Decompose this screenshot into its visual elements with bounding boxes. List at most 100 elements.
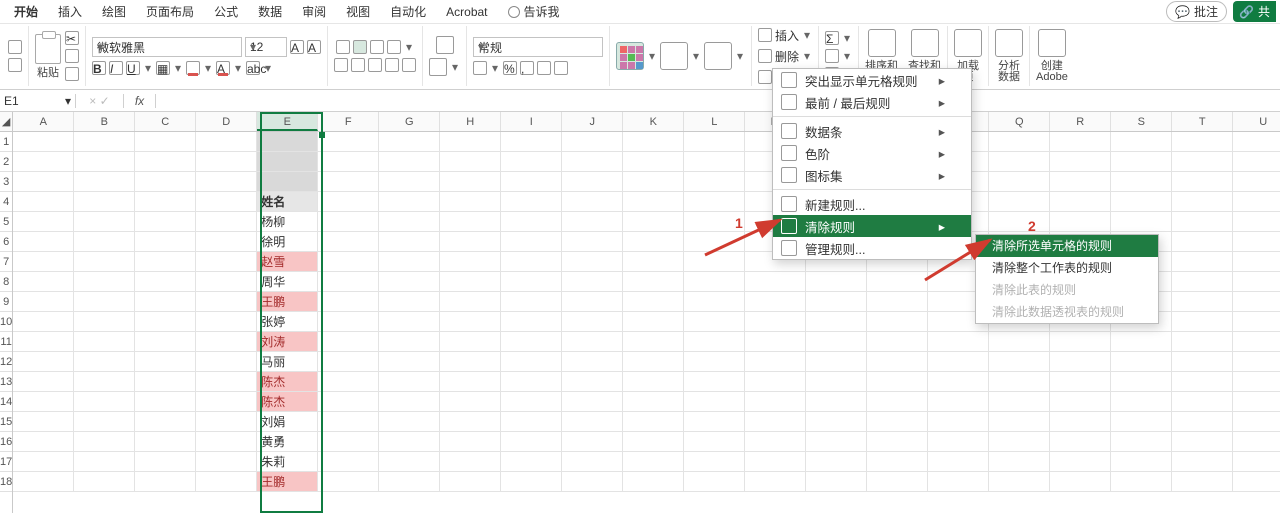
cf-top-rules[interactable]: 最前 / 最后规则▸ — [773, 91, 971, 113]
clear-selected-cells[interactable]: 清除所选单元格的规则 — [976, 235, 1158, 257]
row-header-6[interactable]: 6 — [0, 232, 12, 252]
column-header-Q[interactable]: Q — [989, 112, 1050, 131]
fill-icon[interactable] — [825, 49, 839, 63]
select-all-corner[interactable]: ◢ — [0, 112, 12, 132]
wrap-text-icon[interactable] — [436, 36, 454, 54]
format-as-table-button[interactable] — [660, 42, 688, 70]
column-header-H[interactable]: H — [440, 112, 501, 131]
chevron-down-icon[interactable]: ▾ — [233, 61, 243, 75]
tab-review[interactable]: 审阅 — [292, 0, 336, 24]
tab-automation[interactable]: 自动化 — [380, 0, 436, 24]
cell-name[interactable]: 马丽 — [257, 352, 318, 372]
tab-view[interactable]: 视图 — [336, 0, 380, 24]
cf-clear-rules[interactable]: 清除规则▸ — [773, 215, 971, 237]
merge-cells-icon[interactable] — [429, 58, 447, 76]
indent-dec-icon[interactable] — [385, 58, 399, 72]
clear-whole-sheet[interactable]: 清除整个工作表的规则 — [976, 257, 1158, 279]
cell-name[interactable]: 张婷 — [257, 312, 318, 332]
tab-home[interactable]: 开始 — [4, 0, 48, 24]
undo-icon[interactable] — [8, 40, 22, 54]
cf-manage-rules[interactable]: 管理规则... — [773, 237, 971, 259]
column-header-L[interactable]: L — [684, 112, 745, 131]
cf-highlight-rules[interactable]: 突出显示单元格规则▸ — [773, 69, 971, 91]
comments-button[interactable]: 💬 批注 — [1166, 1, 1227, 22]
row-header-4[interactable]: 4 — [0, 192, 12, 212]
underline-button[interactable]: U — [126, 61, 140, 75]
phonetic-button[interactable]: abc — [246, 61, 260, 75]
row-header-14[interactable]: 14 — [0, 392, 12, 412]
cell-name[interactable]: 刘娟 — [257, 412, 318, 432]
column-header-K[interactable]: K — [623, 112, 684, 131]
cell-header-name[interactable]: 姓名 — [257, 192, 318, 212]
align-center-icon[interactable] — [351, 58, 365, 72]
column-header-D[interactable]: D — [196, 112, 257, 131]
cell-name[interactable]: 刘涛 — [257, 332, 318, 352]
cell-name[interactable]: 朱莉 — [257, 452, 318, 472]
row-header-8[interactable]: 8 — [0, 272, 12, 292]
cut-icon[interactable]: ✂ — [65, 31, 79, 45]
cell-name[interactable]: 王鹏 — [257, 292, 318, 312]
sort-filter-icon[interactable] — [868, 29, 896, 57]
name-box[interactable]: E1 ▾ — [0, 94, 76, 108]
cell-name[interactable]: 杨柳 — [257, 212, 318, 232]
cell-name[interactable]: 徐明 — [257, 232, 318, 252]
inc-decimal-icon[interactable] — [537, 61, 551, 75]
cell-name[interactable]: 陈杰 — [257, 372, 318, 392]
row-header-7[interactable]: 7 — [0, 252, 12, 272]
copy-icon[interactable] — [65, 49, 79, 63]
chevron-down-icon[interactable]: ▾ — [263, 61, 273, 75]
adobe-icon[interactable] — [1038, 29, 1066, 57]
comma-icon[interactable]: , — [520, 61, 534, 75]
indent-inc-icon[interactable] — [402, 58, 416, 72]
cell-name[interactable]: 王鹏 — [257, 472, 318, 492]
row-header-5[interactable]: 5 — [0, 212, 12, 232]
format-cells-icon[interactable] — [758, 70, 772, 84]
row-header-12[interactable]: 12 — [0, 352, 12, 372]
bold-button[interactable]: B — [92, 61, 106, 75]
row-header-11[interactable]: 11 — [0, 332, 12, 352]
cell-name[interactable]: 赵雪 — [257, 252, 318, 272]
delete-cells-icon[interactable] — [758, 49, 772, 63]
cf-new-rule[interactable]: 新建规则... — [773, 193, 971, 215]
font-size-select[interactable]: 12 ▾ — [245, 37, 287, 57]
find-select-icon[interactable] — [911, 29, 939, 57]
cell-name[interactable]: 周华 — [257, 272, 318, 292]
redo-icon[interactable] — [8, 58, 22, 72]
align-top-icon[interactable] — [336, 40, 350, 54]
italic-button[interactable]: I — [109, 61, 123, 75]
tell-me[interactable]: 告诉我 — [498, 0, 570, 24]
align-bottom-icon[interactable] — [370, 40, 384, 54]
cf-color-scales[interactable]: 色阶▸ — [773, 142, 971, 164]
align-middle-icon[interactable] — [353, 40, 367, 54]
column-header-G[interactable]: G — [379, 112, 440, 131]
cell-name[interactable]: 陈杰 — [257, 392, 318, 412]
row-header-3[interactable]: 3 — [0, 172, 12, 192]
column-header-C[interactable]: C — [135, 112, 196, 131]
chevron-down-icon[interactable]: ▾ — [203, 61, 213, 75]
chevron-down-icon[interactable]: ▾ — [143, 61, 153, 75]
tab-acrobat[interactable]: Acrobat — [436, 0, 497, 24]
column-header-R[interactable]: R — [1050, 112, 1111, 131]
format-painter-icon[interactable] — [65, 67, 79, 81]
row-header-9[interactable]: 9 — [0, 292, 12, 312]
column-header-U[interactable]: U — [1233, 112, 1280, 131]
column-header-B[interactable]: B — [74, 112, 135, 131]
row-header-1[interactable]: 1 — [0, 132, 12, 152]
tab-formulas[interactable]: 公式 — [204, 0, 248, 24]
tab-layout[interactable]: 页面布局 — [136, 0, 204, 24]
chevron-down-icon[interactable]: ▾ — [647, 49, 657, 63]
conditional-formatting-button[interactable] — [616, 42, 644, 70]
column-header-J[interactable]: J — [562, 112, 623, 131]
column-header-S[interactable]: S — [1111, 112, 1172, 131]
paste-icon[interactable] — [35, 34, 61, 64]
row-header-2[interactable]: 2 — [0, 152, 12, 172]
cell-styles-button[interactable] — [704, 42, 732, 70]
chevron-down-icon[interactable]: ▾ — [173, 61, 183, 75]
row-header-18[interactable]: 18 — [0, 472, 12, 492]
cf-icon-sets[interactable]: 图标集▸ — [773, 164, 971, 186]
percent-icon[interactable]: % — [503, 61, 517, 75]
row-header-13[interactable]: 13 — [0, 372, 12, 392]
row-header-10[interactable]: 10 — [0, 312, 12, 332]
column-header-T[interactable]: T — [1172, 112, 1233, 131]
analyze-icon[interactable] — [995, 29, 1023, 57]
